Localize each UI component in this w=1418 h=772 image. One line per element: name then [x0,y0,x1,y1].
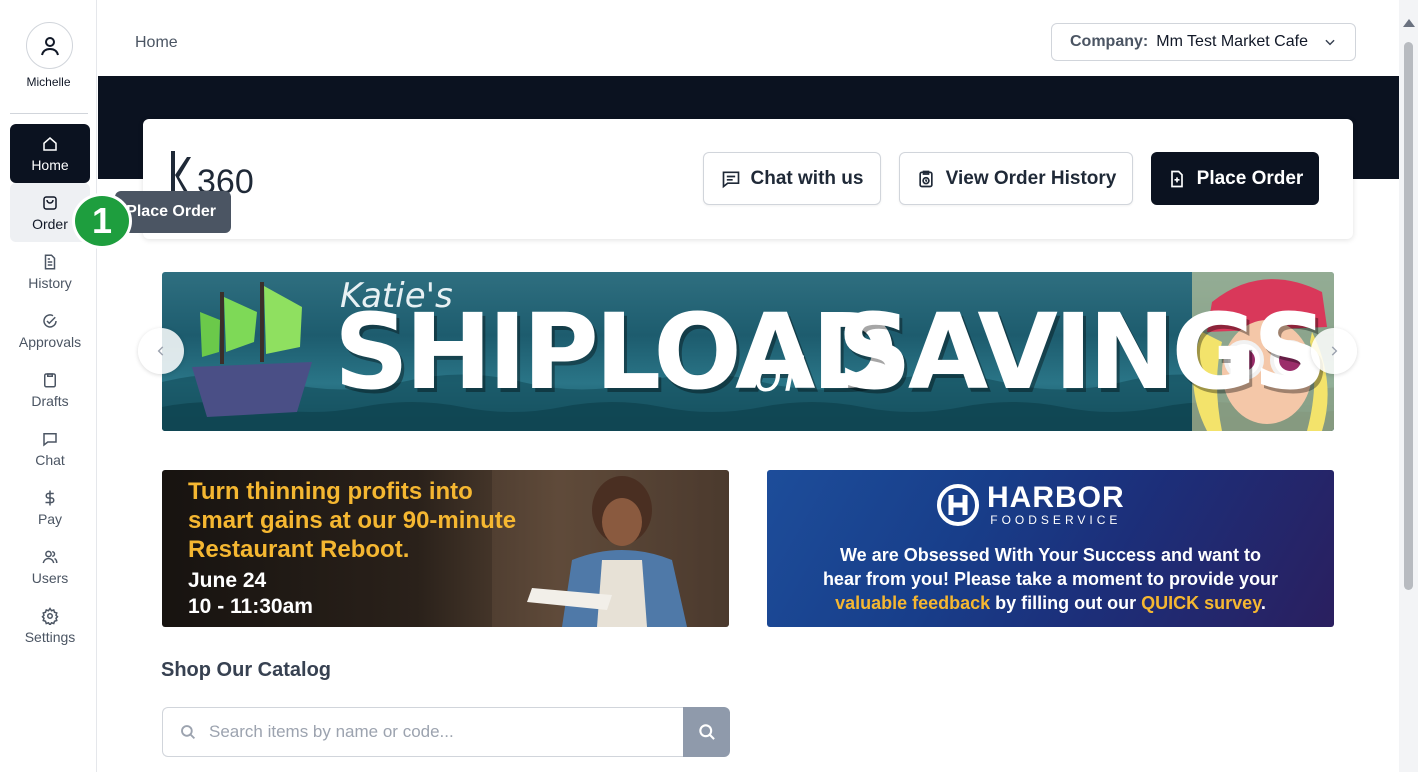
catalog-search-input[interactable] [209,722,669,742]
sidebar-item-label: History [28,274,72,291]
sidebar-item-label: Approvals [18,333,82,350]
sidebar-divider [10,113,88,114]
sidebar-item-label: Home [31,156,69,173]
place-order-label: Place Order [1196,167,1304,189]
sidebar-item-chat[interactable]: Chat [10,419,90,478]
promo-right-survey: QUICK survey [1141,593,1261,613]
shopping-bag-icon [43,195,57,210]
sidebar-item-pay[interactable]: Pay [10,478,90,537]
banner-title-of: of [754,348,799,402]
sidebar: Michelle Home Order History Approvals Dr… [0,0,97,772]
sidebar-item-label: Pay [37,510,63,527]
chevron-left-icon [157,346,164,356]
scroll-thumb[interactable] [1404,42,1413,590]
users-icon [42,550,58,563]
promo-right-feedback: valuable feedback [835,593,991,613]
chat-with-us-label: Chat with us [750,167,864,189]
sidebar-item-users[interactable]: Users [10,537,90,596]
promo-right-line1: We are Obsessed With Your Success and wa… [840,545,1261,565]
scroll-up-arrow[interactable] [1403,19,1415,27]
promo-left-line1: Turn thinning profits into [188,478,473,505]
harbor-brand-sub: FOODSERVICE [990,513,1122,527]
promo-right-period: . [1260,593,1266,613]
carousel-prev-button[interactable] [138,328,184,374]
sidebar-item-approvals[interactable]: Approvals [10,301,90,360]
dollar-icon [45,490,55,505]
promo-right-line3: valuable feedback by filling out our QUI… [767,594,1334,612]
chat-icon [722,171,739,188]
promo-left-line2: smart gains at our 90-minute [188,507,517,534]
header-card: 360 Chat with us View Order History Plac… [143,119,1353,239]
promo-right-mid: by filling out our [990,593,1142,613]
sidebar-item-settings[interactable]: Settings [10,596,90,655]
sidebar-item-history[interactable]: History [10,242,90,301]
catalog-title: Shop Our Catalog [161,659,331,681]
promo-left-date: June 24 [188,569,267,592]
clipboard-icon [44,372,56,387]
banner-title-shipload: SHIPLOAD [334,291,898,413]
sidebar-item-drafts[interactable]: Drafts [10,360,90,419]
restaurant-reboot-banner[interactable]: Turn thinning profits into smart gains a… [162,470,729,627]
company-value: Mm Test Market Cafe [1156,33,1308,50]
document-plus-icon [1170,170,1183,187]
harbor-h-icon [937,484,979,526]
catalog-search-box [162,707,684,757]
pirate-ship-graphic [192,282,312,417]
chat-with-us-button[interactable]: Chat with us [703,152,881,205]
harbor-survey-banner[interactable]: HARBOR FOODSERVICE We are Obsessed With … [767,470,1334,627]
check-circle-icon [43,313,57,328]
catalog-search-button[interactable] [683,707,730,757]
sidebar-item-label: Chat [35,451,65,468]
sidebar-item-label: Users [31,569,69,586]
sidebar-item-label: Settings [24,628,76,645]
chevron-down-icon [1325,39,1335,46]
company-select[interactable]: Company: Mm Test Market Cafe [1051,23,1356,61]
harbor-brand: HARBOR [987,481,1125,514]
clipboard-clock-icon [918,170,933,187]
carousel-next-button[interactable] [1311,328,1357,374]
company-label: Company: [1070,33,1149,50]
user-icon [40,36,59,55]
place-order-tooltip: Place Order [115,191,231,233]
search-icon [181,725,196,740]
main-promo-banner[interactable]: Katie's SHIPLOAD of SAVINGS [162,272,1334,431]
promo-left-time: 10 - 11:30am [188,595,313,618]
woman-reading-graphic [492,470,729,627]
search-icon [698,724,715,740]
sidebar-item-label: Order [32,215,68,232]
promo-left-line3: Restaurant Reboot. [188,536,410,563]
view-order-history-button[interactable]: View Order History [899,152,1133,205]
document-icon [44,254,56,269]
promo-right-line2: hear from you! Please take a moment to p… [822,569,1279,589]
banner-title-savings: SAVINGS [837,291,1328,413]
chat-bubble-icon [43,432,57,447]
harbor-logo: HARBOR FOODSERVICE [937,482,1125,528]
sidebar-item-label: Drafts [31,392,69,409]
sidebar-item-home[interactable]: Home [10,124,90,183]
place-order-button[interactable]: Place Order [1151,152,1319,205]
chevron-right-icon [1331,346,1338,356]
breadcrumb[interactable]: Home [135,34,178,52]
user-avatar[interactable] [26,22,73,69]
gear-icon [41,606,59,625]
page-scrollbar[interactable] [1399,0,1418,772]
home-icon [43,136,57,151]
view-order-history-label: View Order History [945,167,1117,189]
step-badge: 1 [72,193,132,249]
user-name: Michelle [26,75,71,89]
